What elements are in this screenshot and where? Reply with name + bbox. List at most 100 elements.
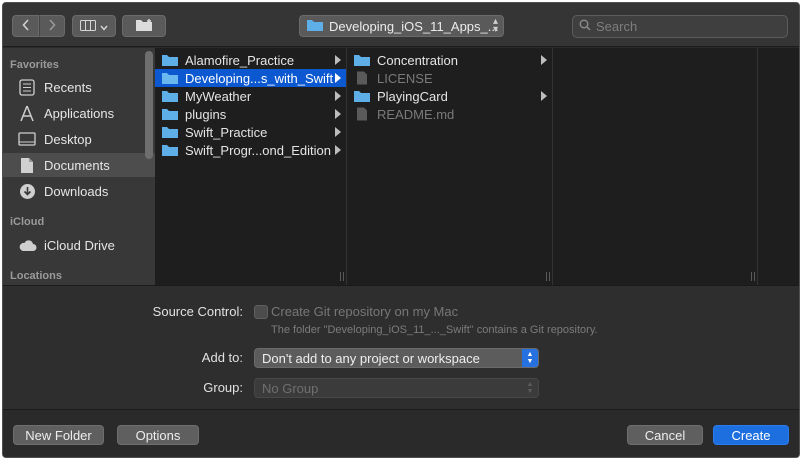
add-to-label: Add to:: [201, 350, 243, 365]
list-item[interactable]: MyWeather: [155, 87, 346, 105]
sidebar-item-label: Downloads: [44, 183, 109, 199]
group-popup: No Group ▲ ▼: [254, 378, 539, 398]
cancel-button[interactable]: Cancel: [627, 425, 703, 445]
popup-arrows-icon: ▴ ▾: [492, 16, 498, 35]
disclosure-arrow-icon: [335, 55, 341, 65]
source-control-label: Source Control:: [152, 304, 243, 319]
back-button[interactable]: [12, 15, 39, 37]
list-item-label: PlayingCard: [377, 88, 448, 104]
list-item[interactable]: Swift_Progr...ond_Edition: [155, 141, 346, 159]
sidebar-scrollbar[interactable]: [145, 51, 153, 159]
desktop-icon: [17, 130, 37, 148]
sidebar-item-applications[interactable]: Applications: [3, 101, 155, 125]
downloads-icon: [17, 182, 37, 200]
git-repository-checkbox[interactable]: [254, 305, 268, 319]
add-to-popup[interactable]: Don't add to any project or workspace ▲ ▼: [254, 348, 539, 368]
folder-icon: [161, 89, 179, 103]
options-panel: Source Control: Create Git repository on…: [3, 285, 799, 409]
sidebar-item-label: Recents: [44, 79, 92, 95]
cloud-icon: [17, 236, 37, 254]
document-icon: [353, 71, 371, 85]
disclosure-arrow-icon: [335, 91, 341, 101]
chevron-left-icon: [21, 18, 30, 34]
list-item[interactable]: Concentration: [347, 51, 552, 69]
create-button[interactable]: Create: [713, 425, 789, 445]
list-item-selected[interactable]: Developing...s_with_Swift: [155, 69, 346, 87]
list-item-label: Concentration: [377, 52, 458, 68]
list-item-label: plugins: [185, 106, 227, 122]
group-label: Group:: [203, 380, 243, 395]
disclosure-arrow-icon: [335, 127, 341, 137]
sidebar-section-favorites: Favorites: [10, 59, 59, 71]
folder-icon: [353, 89, 371, 103]
chevron-right-icon: [48, 18, 56, 34]
sidebar: Favorites Recents Applications Desktop D…: [3, 48, 155, 285]
folder-icon: [161, 125, 179, 139]
list-item: LICENSE: [347, 69, 552, 87]
git-repository-note: The folder "Developing_iOS_11_..._Swift"…: [271, 324, 598, 336]
sidebar-item-documents[interactable]: Documents: [3, 153, 155, 177]
column-view-icon: [80, 19, 96, 34]
sidebar-section-icloud: iCloud: [10, 216, 45, 228]
browser-column-3[interactable]: [553, 48, 758, 285]
disclosure-arrow-icon: [335, 73, 341, 83]
folder-add-icon: [135, 18, 153, 35]
options-button[interactable]: Options: [117, 425, 199, 445]
sidebar-item-label: Desktop: [44, 131, 92, 147]
disclosure-arrow-icon: [335, 109, 341, 119]
chevron-down-icon: [100, 19, 108, 34]
save-dialog: Developing_iOS_11_Apps_... ▴▾ Favorites …: [2, 2, 800, 458]
disclosure-arrow-icon: [335, 145, 341, 155]
sidebar-item-recents[interactable]: Recents: [3, 75, 155, 99]
list-item: README.md: [347, 105, 552, 123]
search-icon: [579, 19, 591, 34]
new-folder-button[interactable]: New Folder: [13, 425, 104, 445]
applications-icon: [17, 104, 37, 122]
sidebar-section-locations: Locations: [10, 270, 62, 282]
list-item[interactable]: Swift_Practice: [155, 123, 346, 141]
sidebar-item-downloads[interactable]: Downloads: [3, 179, 155, 203]
list-item[interactable]: plugins: [155, 105, 346, 123]
disclosure-arrow-icon: [541, 91, 547, 101]
list-item[interactable]: PlayingCard: [347, 87, 552, 105]
toolbar: Developing_iOS_11_Apps_... ▴ ▾: [3, 3, 799, 47]
list-item-label: Developing...s_with_Swift: [185, 70, 334, 86]
popup-arrows-icon: ▲ ▼: [522, 349, 538, 367]
folder-icon: [161, 53, 179, 67]
browser-column-4[interactable]: [758, 48, 799, 285]
path-popup-label: Developing_iOS_11_Apps_...: [329, 18, 499, 34]
disclosure-arrow-icon: [541, 55, 547, 65]
view-mode-button[interactable]: [72, 15, 116, 37]
group-popup-value: No Group: [262, 380, 319, 396]
column-resize-handle[interactable]: [544, 272, 552, 281]
file-browser: Alamofire_Practice Developing...s_with_S…: [155, 48, 799, 285]
new-folder-toolbar-button[interactable]: [122, 15, 166, 37]
path-popup[interactable]: Developing_iOS_11_Apps_... ▴ ▾: [299, 15, 504, 37]
popup-arrows-icon: ▲ ▼: [526, 381, 534, 395]
list-item-label: MyWeather: [185, 88, 252, 104]
sidebar-item-label: Applications: [44, 105, 115, 121]
list-item[interactable]: Alamofire_Practice: [155, 51, 346, 69]
forward-button[interactable]: [39, 15, 65, 37]
dialog-footer: New Folder Options Cancel Create: [3, 409, 799, 457]
folder-icon: [161, 143, 179, 157]
folder-icon: [353, 53, 371, 67]
list-item-label: Swift_Progr...ond_Edition: [185, 142, 331, 158]
sidebar-item-desktop[interactable]: Desktop: [3, 127, 155, 151]
sidebar-item-label: iCloud Drive: [44, 237, 115, 253]
list-item-label: README.md: [377, 106, 455, 122]
recents-icon: [17, 78, 37, 96]
document-icon: [353, 107, 371, 121]
search-input[interactable]: [596, 19, 776, 34]
folder-icon: [306, 18, 324, 35]
column-resize-handle[interactable]: [338, 272, 346, 281]
add-to-popup-value: Don't add to any project or workspace: [262, 350, 480, 366]
column-resize-handle[interactable]: [749, 272, 757, 281]
browser-column-2[interactable]: Concentration LICENSE PlayingCard README…: [347, 48, 553, 285]
folder-icon: [161, 107, 179, 121]
git-repository-checkbox-label: Create Git repository on my Mac: [271, 304, 459, 319]
browser-column-1[interactable]: Alamofire_Practice Developing...s_with_S…: [155, 48, 347, 285]
sidebar-item-icloud-drive[interactable]: iCloud Drive: [3, 233, 155, 257]
documents-icon: [17, 156, 37, 174]
search-field[interactable]: [572, 15, 788, 38]
